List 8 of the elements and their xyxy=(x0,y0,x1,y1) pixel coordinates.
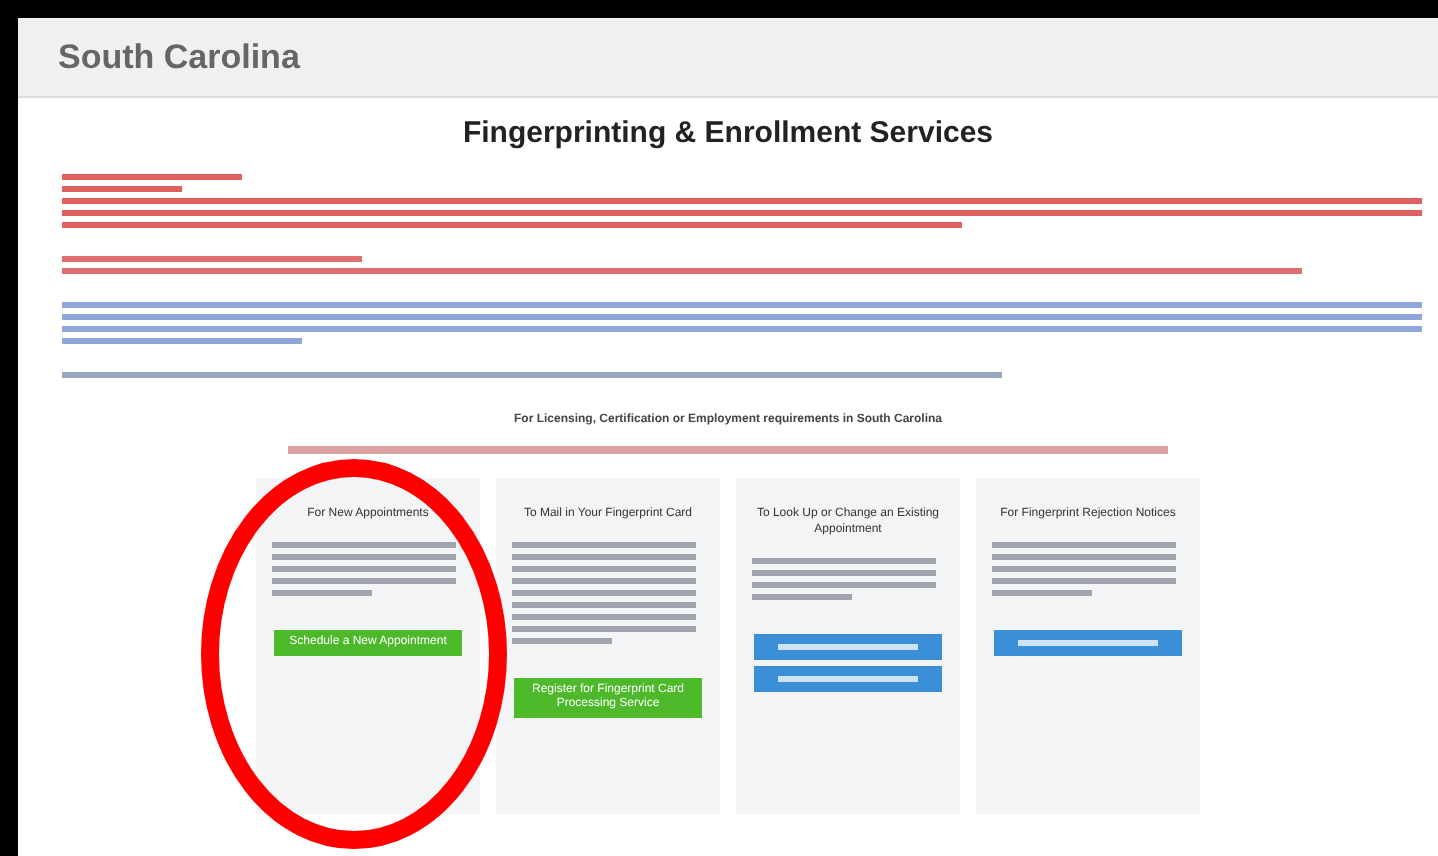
blurred-label-drawing xyxy=(778,643,918,649)
action-button[interactable] xyxy=(754,665,942,691)
blurred-label-drawing xyxy=(778,675,918,681)
action-button[interactable] xyxy=(754,633,942,659)
site-title: South Carolina xyxy=(58,35,300,80)
blurred-label-drawing xyxy=(1018,639,1158,645)
page-title: Fingerprinting & Enrollment Services xyxy=(462,114,994,154)
action-button[interactable] xyxy=(994,629,1182,655)
